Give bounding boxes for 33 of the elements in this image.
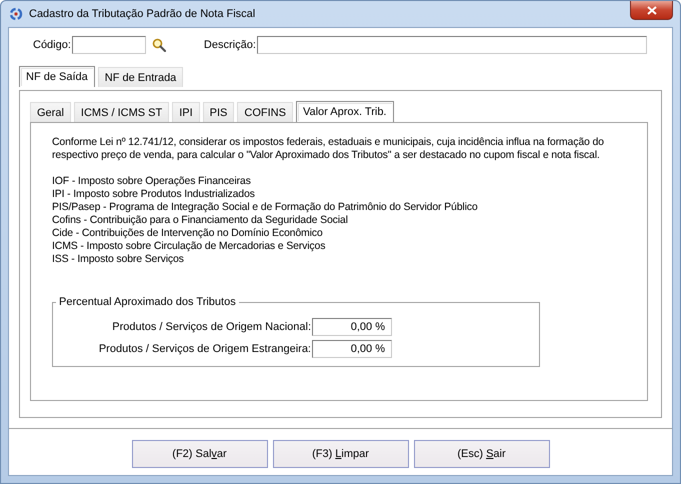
description-field[interactable] — [256, 36, 647, 54]
close-button[interactable] — [630, 1, 673, 20]
group-title: Percentual Aproximado dos Tributos — [58, 296, 237, 308]
field-label: Produtos / Serviços de Origem Nacional: — [112, 321, 311, 333]
percent-field[interactable]: 0,00 % — [312, 318, 392, 336]
description-label: Descrição: — [204, 39, 256, 51]
tab[interactable]: NF de Entrada — [98, 67, 184, 87]
tab[interactable]: COFINS — [237, 102, 293, 122]
code-label: Código: — [33, 39, 71, 51]
tab[interactable]: NF de Saída — [19, 66, 95, 87]
field-label: Produtos / Serviços de Origem Estrangeira: — [98, 343, 311, 355]
tab[interactable]: Valor Aprox. Trib. — [296, 101, 394, 122]
action-button[interactable]: (F3) Limpar — [272, 440, 408, 468]
law-paragraph: Conforme Lei nº 12.741/12, considerar os impostos federais, estaduais e municipais, cuja incidência influa na formação do respectivo preço de venda, para calcular o "Valor Aproximado dos Tributos" a ser destacado no cupom fiscal e nota fiscal. — [52, 136, 605, 162]
tax-description: IPI - Imposto sobre Produtos Industrializados — [52, 188, 256, 201]
tax-description: ISS - Imposto sobre Serviços — [52, 253, 185, 266]
code-field[interactable] — [72, 36, 146, 54]
tab[interactable]: ICMS / ICMS ST — [74, 102, 170, 122]
search-icon[interactable] — [152, 38, 166, 52]
percent-field[interactable]: 0,00 % — [312, 340, 392, 358]
tax-description: PIS/Pasep - Programa de Integração Social e de Formação do Patrimônio do Servidor Público — [52, 201, 479, 214]
tab[interactable]: Geral — [30, 102, 71, 122]
tab[interactable]: PIS — [202, 102, 234, 122]
tax-description: ICMS - Imposto sobre Circulação de Mercadorias e Serviços — [52, 240, 326, 253]
tax-description: IOF - Imposto sobre Operações Financeiras — [52, 175, 252, 188]
action-button[interactable]: (Esc) Sair — [414, 440, 550, 468]
tab[interactable]: IPI — [172, 102, 200, 122]
close-icon — [646, 6, 656, 14]
action-button[interactable]: (F2) Salvar — [132, 440, 268, 468]
tax-description: Cide - Contribuições de Intervenção no Domínio Econômico — [52, 227, 324, 240]
tax-description: Cofins - Contribuição para o Financiamento da Seguridade Social — [52, 214, 349, 227]
window-title: Cadastro da Tributação Padrão de Nota Fiscal — [29, 8, 256, 20]
app-icon — [9, 7, 23, 21]
